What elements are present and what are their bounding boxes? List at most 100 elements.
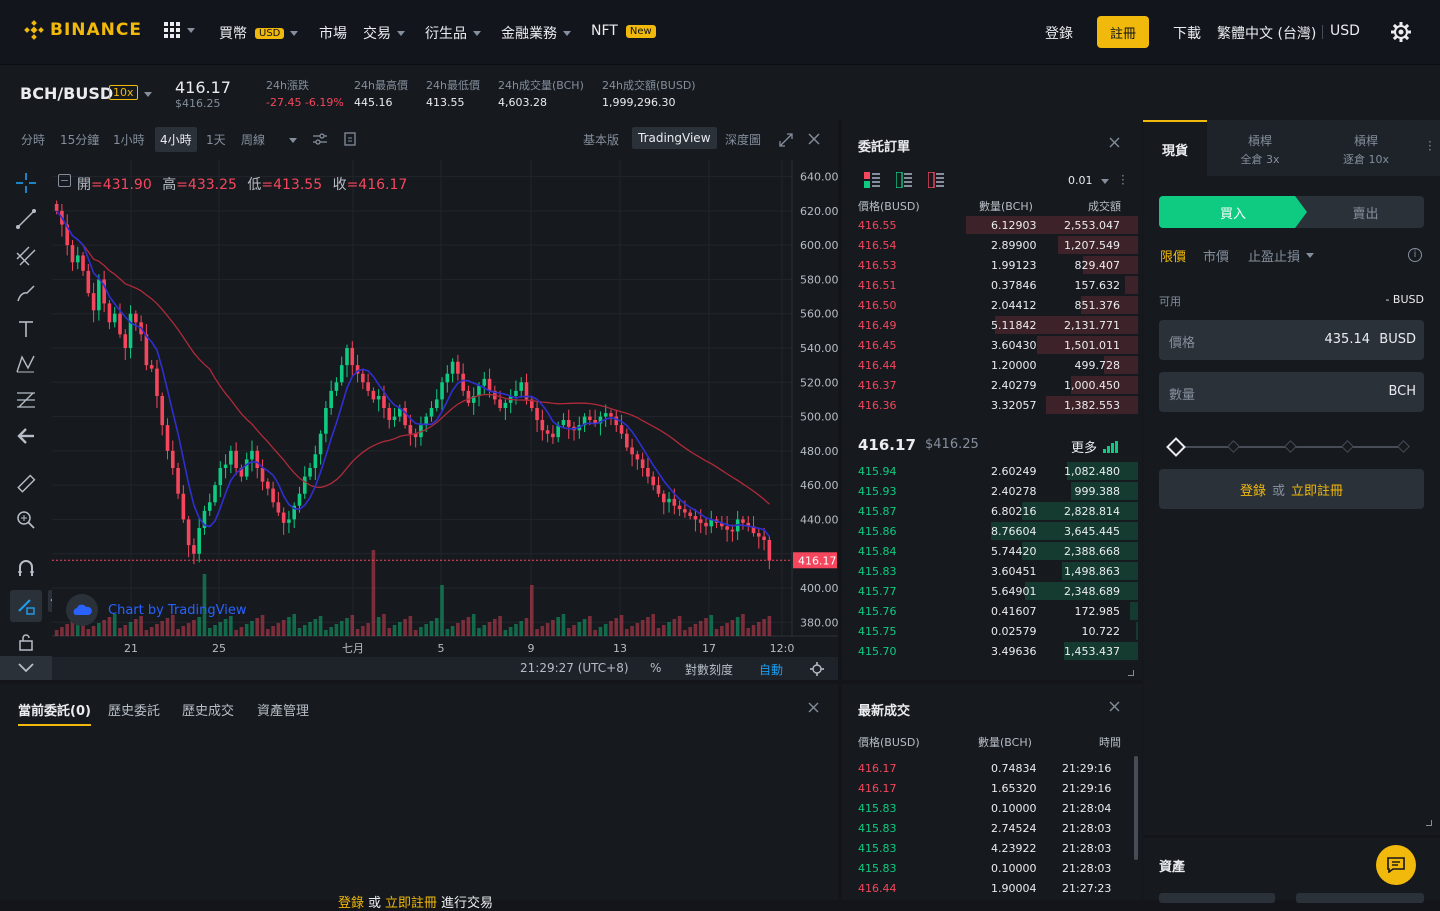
bid-row[interactable]: 415.84 5.74420 2,388.668 [842,541,1142,561]
view-both-icon[interactable] [864,172,880,191]
ask-row[interactable]: 416.53 1.99123 829.407 [842,255,1142,275]
fib-retracement-icon[interactable] [14,388,38,412]
lock-icon[interactable] [14,630,38,654]
nav-trade[interactable]: 交易 [363,23,405,43]
magnet-icon[interactable] [14,556,38,580]
buy-tab[interactable]: 買入 [1159,196,1307,228]
interval-1d[interactable]: 1天 [206,131,226,148]
tab-funds[interactable]: 資產管理 [257,700,309,719]
text-tool-icon[interactable] [14,317,38,341]
close-orders-icon[interactable] [808,702,819,716]
pattern-icon[interactable] [14,352,38,376]
assets-button-left[interactable] [1159,893,1275,903]
settings-gear-icon[interactable] [1390,21,1412,46]
ob-more-link[interactable]: 更多 [1071,437,1119,456]
currency-selector[interactable]: USD [1330,23,1360,39]
bid-row[interactable]: 415.93 2.40278 999.388 [842,481,1142,501]
interval-1h[interactable]: 1小時 [113,131,145,148]
ruler-icon[interactable] [14,472,38,496]
tab-spot[interactable]: 現貨 [1143,120,1207,176]
ask-row[interactable]: 416.54 2.89900 1,207.549 [842,235,1142,255]
tab-trade-history[interactable]: 歷史成交 [182,700,234,719]
spot-login-link[interactable]: 登錄 [1240,480,1266,499]
tab-margin-cross[interactable]: 槓桿 全倉 3x [1227,132,1293,167]
bid-row[interactable]: 415.87 6.80216 2,828.814 [842,501,1142,521]
price-chart[interactable]: 640.00 620.00 600.00 580.00 560.00 540.00 520.… [52,160,839,657]
ask-row[interactable]: 416.45 3.60430 1,501.011 [842,335,1142,355]
bid-row[interactable]: 415.83 3.60451 1,498.863 [842,561,1142,581]
slider-thumb[interactable] [1166,437,1186,457]
ask-row[interactable]: 416.36 3.32057 1,382.553 [842,395,1142,415]
interval-tick[interactable]: 分時 [21,131,45,148]
trades-scrollbar[interactable] [1134,756,1138,860]
ask-row[interactable]: 416.50 2.04412 851.376 [842,295,1142,315]
auto-scale-toggle[interactable]: 自動 [759,661,783,678]
ask-row[interactable]: 416.49 5.11842 2,131.771 [842,315,1142,335]
zoom-in-icon[interactable] [14,508,38,532]
slider-stop-100[interactable] [1397,440,1410,453]
ask-row[interactable]: 416.37 2.40279 1,000.450 [842,375,1142,395]
interval-15m[interactable]: 15分鐘 [60,131,99,148]
more-options-icon[interactable]: · · · [1121,170,1125,190]
assets-button-right[interactable] [1296,893,1424,903]
sell-tab[interactable]: 賣出 [1307,196,1424,228]
nav-finance[interactable]: 金融業務 [501,23,571,43]
order-type-stop-limit[interactable]: 止盈止損 [1248,246,1315,265]
tab-more-icon[interactable]: · · · [1428,136,1432,156]
ask-row[interactable]: 416.55 6.12903 2,553.047 [842,215,1142,235]
pair-dropdown-icon[interactable] [144,92,152,97]
view-asks-icon[interactable] [927,171,944,191]
interval-4h[interactable]: 4小時 [155,127,197,152]
view-depth[interactable]: 深度圖 [725,131,761,148]
spot-resize-handle-icon[interactable] [1426,820,1432,826]
login-register-button[interactable]: 登錄 或 立即註冊 [1159,469,1424,509]
close-order-book-icon[interactable] [1109,137,1120,151]
interval-more-icon[interactable] [289,138,297,143]
order-type-market[interactable]: 市價 [1203,246,1229,265]
bid-row[interactable]: 415.70 3.49636 1,453.437 [842,641,1142,661]
legend-collapse-icon[interactable]: − [58,174,71,187]
amount-field[interactable]: 數量 BCH [1159,372,1424,412]
bid-row[interactable]: 415.86 8.76604 3,645.445 [842,521,1142,541]
bid-row[interactable]: 415.75 0.02579 10.722 [842,621,1142,641]
amount-slider[interactable] [1166,437,1411,457]
interval-1w[interactable]: 周線 [241,131,265,148]
ask-row[interactable]: 416.51 0.37846 157.632 [842,275,1142,295]
download-link[interactable]: 下載 [1173,23,1201,43]
candlestick-chart[interactable]: 640.00 620.00 600.00 580.00 560.00 540.00 520.… [52,160,839,657]
login-link[interactable]: 登錄 [1045,23,1073,43]
bid-row[interactable]: 415.94 2.60249 1,082.480 [842,461,1142,481]
binance-logo[interactable]: BINANCE [24,20,142,40]
back-arrow-icon[interactable] [14,424,38,448]
collapse-down-icon[interactable] [0,656,52,680]
crosshair-icon[interactable] [14,171,38,195]
percent-scale-toggle[interactable]: % [650,661,661,675]
expand-icon[interactable] [779,133,793,150]
register-button[interactable]: 註冊 [1097,16,1149,48]
price-field[interactable]: 價格 435.14 BUSD [1159,320,1424,360]
close-trades-icon[interactable] [1109,701,1120,715]
brush-icon[interactable] [14,281,38,305]
stay-in-drawing-mode-icon[interactable] [10,590,42,622]
log-scale-toggle[interactable]: 對數刻度 [685,661,733,678]
bid-row[interactable]: 415.77 5.64901 2,348.689 [842,581,1142,601]
ask-row[interactable]: 416.44 1.20000 499.728 [842,355,1142,375]
order-type-limit[interactable]: 限價 [1160,246,1186,265]
nav-buy-crypto[interactable]: 買幣 USD [219,23,299,43]
language-selector[interactable]: 繁體中文 (台灣) [1217,23,1316,43]
orders-register-link[interactable]: 立即註冊 [385,892,437,911]
screenshot-icon[interactable] [343,132,357,149]
view-bids-icon[interactable] [895,171,912,191]
apps-grid-icon[interactable] [163,21,195,39]
pitchfork-icon[interactable] [14,244,38,268]
view-basic[interactable]: 基本版 [583,131,619,148]
slider-stop-75[interactable] [1341,440,1354,453]
chat-support-icon[interactable] [1376,845,1416,885]
info-icon[interactable]: i [1408,248,1422,262]
pair-name[interactable]: BCH/BUSD [20,84,113,103]
slider-stop-50[interactable] [1284,440,1297,453]
close-chart-icon[interactable] [808,133,820,148]
indicator-settings-icon[interactable] [313,133,327,148]
view-tradingview[interactable]: TradingView [632,127,717,149]
tab-order-history[interactable]: 歷史委託 [108,700,160,719]
